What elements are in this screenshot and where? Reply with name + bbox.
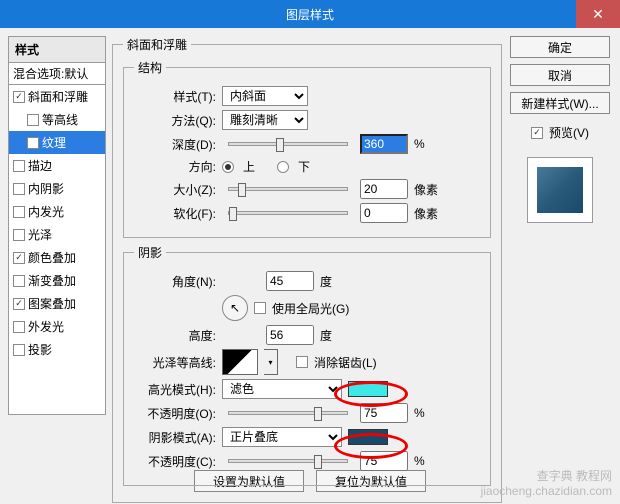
ok-button[interactable]: 确定 — [510, 36, 610, 58]
altitude-label: 高度: — [134, 327, 216, 344]
gloss-contour-label: 光泽等高线: — [134, 354, 216, 371]
bevel-legend: 斜面和浮雕 — [123, 36, 191, 53]
style-item-11[interactable]: 投影 — [9, 338, 105, 361]
depth-label: 深度(D): — [134, 136, 216, 153]
highlight-mode-select[interactable]: 滤色 — [222, 379, 342, 399]
soften-label: 软化(F): — [134, 205, 216, 222]
right-column: 确定 取消 新建样式(W)... 预览(V) — [508, 36, 612, 460]
style-item-label: 等高线 — [42, 111, 78, 128]
styles-header: 样式 — [8, 36, 106, 63]
px-label: 像素 — [414, 181, 438, 198]
depth-input[interactable] — [360, 134, 408, 154]
shadow-mode-label: 阴影模式(A): — [134, 429, 216, 446]
style-item-0[interactable]: 斜面和浮雕 — [9, 85, 105, 108]
style-item-label: 斜面和浮雕 — [28, 88, 88, 105]
style-item-label: 光泽 — [28, 226, 52, 243]
direction-up-radio[interactable] — [222, 161, 234, 173]
style-item-checkbox[interactable] — [13, 298, 25, 310]
structure-legend: 结构 — [134, 59, 166, 76]
style-item-label: 内发光 — [28, 203, 64, 220]
style-item-checkbox[interactable] — [27, 137, 39, 149]
preview-thumbnail — [537, 167, 583, 213]
style-item-checkbox[interactable] — [27, 114, 39, 126]
preview-label: 预览(V) — [549, 124, 589, 141]
cancel-button[interactable]: 取消 — [510, 64, 610, 86]
style-item-6[interactable]: 光泽 — [9, 223, 105, 246]
highlight-color-swatch[interactable] — [348, 381, 388, 397]
style-item-7[interactable]: 颜色叠加 — [9, 246, 105, 269]
antialias-label: 消除锯齿(L) — [314, 354, 377, 371]
style-item-checkbox[interactable] — [13, 183, 25, 195]
style-item-checkbox[interactable] — [13, 206, 25, 218]
styles-column: 样式 混合选项:默认 斜面和浮雕等高线纹理描边内阴影内发光光泽颜色叠加渐变叠加图… — [8, 36, 106, 460]
shading-group: 阴影 角度(N): 度 ↖ 使用全局光(G) 高度: 度 — [123, 244, 491, 486]
style-item-checkbox[interactable] — [13, 229, 25, 241]
style-item-checkbox[interactable] — [13, 321, 25, 333]
style-item-label: 渐变叠加 — [28, 272, 76, 289]
shadow-color-swatch[interactable] — [348, 429, 388, 445]
angle-dial[interactable]: ↖ — [222, 295, 248, 321]
depth-slider[interactable] — [228, 142, 348, 146]
preview-box — [527, 157, 593, 223]
highlight-opacity-input[interactable] — [360, 403, 408, 423]
direction-label: 方向: — [134, 158, 216, 175]
new-style-button[interactable]: 新建样式(W)... — [510, 92, 610, 114]
size-label: 大小(Z): — [134, 181, 216, 198]
gloss-contour-swatch[interactable] — [222, 349, 258, 375]
style-item-5[interactable]: 内发光 — [9, 200, 105, 223]
main-panel: 斜面和浮雕 结构 样式(T): 内斜面 方法(Q): 雕刻清晰 深度(D): % — [112, 36, 502, 460]
preview-checkbox[interactable] — [531, 127, 543, 139]
bevel-group: 斜面和浮雕 结构 样式(T): 内斜面 方法(Q): 雕刻清晰 深度(D): % — [112, 36, 502, 503]
shadow-mode-select[interactable]: 正片叠底 — [222, 427, 342, 447]
blend-options-default[interactable]: 混合选项:默认 — [8, 63, 106, 85]
style-item-3[interactable]: 描边 — [9, 154, 105, 177]
altitude-input[interactable] — [266, 325, 314, 345]
highlight-opacity-label: 不透明度(O): — [134, 405, 216, 422]
style-item-label: 投影 — [28, 341, 52, 358]
structure-group: 结构 样式(T): 内斜面 方法(Q): 雕刻清晰 深度(D): % 方向: — [123, 59, 491, 238]
style-label: 样式(T): — [134, 88, 216, 105]
style-item-1[interactable]: 等高线 — [9, 108, 105, 131]
shadow-opacity-slider[interactable] — [228, 459, 348, 463]
highlight-mode-label: 高光模式(H): — [134, 381, 216, 398]
style-item-10[interactable]: 外发光 — [9, 315, 105, 338]
global-light-checkbox[interactable] — [254, 302, 266, 314]
method-label: 方法(Q): — [134, 112, 216, 129]
close-button[interactable]: ✕ — [576, 0, 620, 28]
angle-input[interactable] — [266, 271, 314, 291]
style-item-label: 纹理 — [42, 134, 66, 151]
style-item-checkbox[interactable] — [13, 160, 25, 172]
style-item-label: 图案叠加 — [28, 295, 76, 312]
soften-slider[interactable] — [228, 211, 348, 215]
angle-label: 角度(N): — [134, 273, 216, 290]
highlight-opacity-slider[interactable] — [228, 411, 348, 415]
style-item-8[interactable]: 渐变叠加 — [9, 269, 105, 292]
antialias-checkbox[interactable] — [296, 356, 308, 368]
styles-list: 斜面和浮雕等高线纹理描边内阴影内发光光泽颜色叠加渐变叠加图案叠加外发光投影 — [8, 85, 106, 415]
style-select[interactable]: 内斜面 — [222, 86, 308, 106]
dialog-title: 图层样式 — [286, 6, 334, 23]
style-item-4[interactable]: 内阴影 — [9, 177, 105, 200]
gloss-contour-dropdown[interactable]: ▾ — [264, 349, 278, 375]
style-item-checkbox[interactable] — [13, 344, 25, 356]
method-select[interactable]: 雕刻清晰 — [222, 110, 308, 130]
direction-down-radio[interactable] — [277, 161, 289, 173]
shading-legend: 阴影 — [134, 244, 166, 261]
shadow-opacity-label: 不透明度(C): — [134, 453, 216, 470]
global-light-label: 使用全局光(G) — [272, 300, 349, 317]
style-item-9[interactable]: 图案叠加 — [9, 292, 105, 315]
style-item-checkbox[interactable] — [13, 252, 25, 264]
shadow-opacity-input[interactable] — [360, 451, 408, 471]
pct-label: % — [414, 137, 425, 151]
style-item-label: 颜色叠加 — [28, 249, 76, 266]
soften-input[interactable] — [360, 203, 408, 223]
style-item-checkbox[interactable] — [13, 91, 25, 103]
style-item-checkbox[interactable] — [13, 275, 25, 287]
style-item-label: 外发光 — [28, 318, 64, 335]
size-input[interactable] — [360, 179, 408, 199]
style-item-label: 描边 — [28, 157, 52, 174]
size-slider[interactable] — [228, 187, 348, 191]
style-item-label: 内阴影 — [28, 180, 64, 197]
style-item-2[interactable]: 纹理 — [9, 131, 105, 154]
